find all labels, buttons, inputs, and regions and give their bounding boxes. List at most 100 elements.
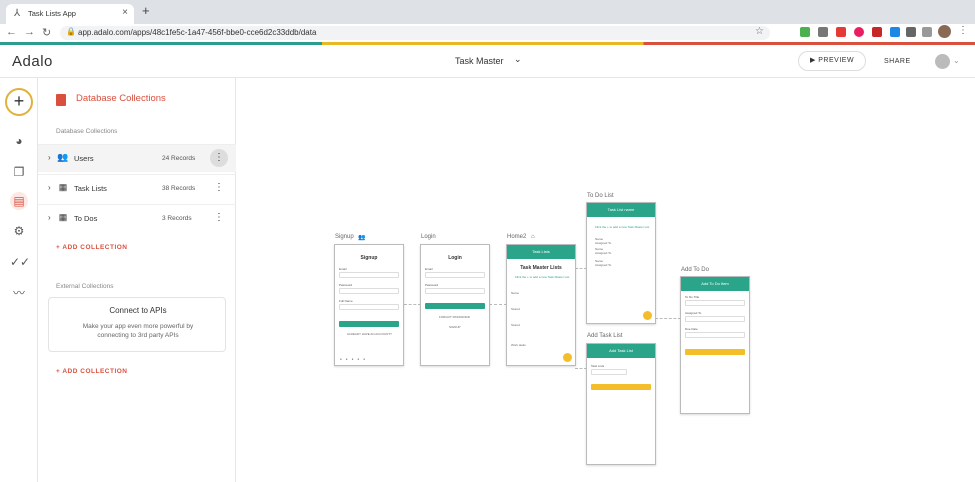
palette-icon[interactable]: ◕: [10, 132, 28, 150]
puzzle-extensions-icon[interactable]: [906, 27, 916, 37]
lock-icon: 🔒: [66, 27, 76, 36]
browser-menu-icon[interactable]: ⋮: [958, 25, 968, 36]
app-bar-title: Add Task List: [609, 348, 633, 353]
date-field[interactable]: [685, 332, 745, 338]
add-button[interactable]: [685, 349, 745, 355]
reload-icon[interactable]: ↻: [42, 26, 51, 39]
screens-canvas[interactable]: Signup 👥 Signup Email Password Full Name…: [237, 78, 975, 482]
create-button[interactable]: [591, 384, 651, 390]
preview-button[interactable]: ▶ PREVIEW: [798, 51, 866, 71]
tab-title: Task Lists App: [28, 9, 76, 18]
screen-heading: Signup: [360, 255, 378, 261]
table-icon: ▦: [58, 182, 68, 192]
add-fab-button[interactable]: [563, 353, 572, 362]
analytics-icon[interactable]: 〰: [10, 284, 28, 302]
adalo-favicon-icon: ⅄: [14, 8, 21, 19]
bookmark-star-icon[interactable]: ☆: [755, 26, 764, 37]
screen-heading: Task Master Lists: [520, 265, 562, 271]
login-button[interactable]: [425, 303, 485, 309]
screen-add-task-list[interactable]: Add Task List Task Lists: [586, 343, 656, 465]
list-item[interactable]: Name Assigned To: [595, 247, 611, 255]
add-component-button[interactable]: +: [5, 88, 33, 116]
screen-label: Add To Do: [681, 267, 709, 273]
reading-list-icon[interactable]: [922, 27, 932, 37]
add-collection-button[interactable]: + ADD COLLECTION: [56, 244, 128, 251]
profile-avatar[interactable]: [938, 25, 951, 38]
add-collection-button[interactable]: + ADD COLLECTION: [56, 368, 128, 375]
panel-title: Database Collections: [76, 93, 166, 104]
database-panel: Database Collections Database Collection…: [38, 78, 236, 482]
gear-icon[interactable]: ⚙: [10, 222, 28, 240]
chevron-down-icon[interactable]: ⌄: [514, 54, 522, 65]
section-label: Database Collections: [56, 128, 118, 135]
input-field[interactable]: [339, 272, 399, 278]
screen-label: To Do List: [587, 193, 614, 199]
field-label: Due Date: [685, 327, 698, 331]
input-field[interactable]: [685, 316, 745, 322]
translate-extension-icon[interactable]: [890, 27, 900, 37]
camera-extension-icon[interactable]: [818, 27, 828, 37]
field-label: Task Lists: [591, 364, 605, 368]
extension-icon[interactable]: [854, 27, 864, 37]
api-card-title: Connect to APIs: [109, 306, 167, 315]
input-field[interactable]: [339, 304, 399, 310]
field-label: Password: [425, 283, 439, 287]
list-item[interactable]: Work tasks: [511, 343, 526, 347]
hint-text: Click the + to add a new Task Master Lis…: [594, 225, 650, 229]
more-options-icon[interactable]: ⋮: [210, 179, 228, 197]
screen-to-do-list[interactable]: Task List name Click the + to add a new …: [586, 202, 656, 324]
field-label: Assigned To: [685, 311, 702, 315]
extension-icon[interactable]: [872, 27, 882, 37]
collection-row-users[interactable]: › 👥 Users 24 Records ⋮: [38, 144, 236, 172]
collection-row-to-dos[interactable]: › ▦ To Dos 3 Records ⋮: [38, 204, 236, 232]
chevron-right-icon[interactable]: ›: [48, 213, 51, 222]
browser-tab[interactable]: ⅄ Task Lists App ×: [6, 4, 134, 24]
publish-check-icon[interactable]: ✓✓: [10, 253, 30, 271]
input-field[interactable]: [339, 288, 399, 294]
list-item[interactable]: Name Assigned To: [595, 237, 611, 245]
record-count: 3 Records: [162, 215, 192, 222]
more-options-icon[interactable]: ⋮: [210, 209, 228, 227]
screen-label: Home2: [507, 234, 527, 240]
chevron-right-icon[interactable]: ›: [48, 153, 51, 162]
input-field[interactable]: [591, 369, 627, 375]
extension-icon[interactable]: [836, 27, 846, 37]
screen-add-to-do[interactable]: Add To Do Item To Do Title Assigned To D…: [680, 276, 750, 414]
input-field[interactable]: [425, 272, 485, 278]
screens-icon[interactable]: ❐: [10, 163, 28, 181]
field-label: Password: [339, 283, 353, 287]
add-fab-button[interactable]: [643, 311, 652, 320]
extension-icon[interactable]: [800, 27, 810, 37]
screen-home[interactable]: Task Lists Task Master Lists Click the +…: [506, 244, 576, 366]
forgot-password-link[interactable]: FORGOT PASSWORD: [439, 315, 470, 319]
screen-signup[interactable]: Signup Email Password Full Name ALREADY …: [334, 244, 404, 366]
more-options-icon[interactable]: ⋮: [210, 149, 228, 167]
close-tab-icon[interactable]: ×: [122, 7, 128, 18]
account-avatar-icon[interactable]: [935, 54, 950, 69]
share-button[interactable]: SHARE: [884, 58, 911, 65]
field-label: Email: [425, 267, 433, 271]
login-link[interactable]: ALREADY HAVE AN ACCOUNT?: [347, 332, 392, 336]
field-label: Email: [339, 267, 347, 271]
back-icon[interactable]: ←: [6, 26, 17, 38]
app-name[interactable]: Task Master: [455, 56, 504, 66]
chevron-down-icon[interactable]: ⌄: [953, 56, 960, 65]
connect-apis-card[interactable]: Connect to APIs Make your app even more …: [48, 297, 226, 352]
input-field[interactable]: [425, 288, 485, 294]
input-field[interactable]: [685, 300, 745, 306]
new-tab-icon[interactable]: +: [142, 3, 150, 18]
forward-icon[interactable]: →: [24, 26, 35, 38]
collection-row-task-lists[interactable]: › ▦ Task Lists 38 Records ⋮: [38, 174, 236, 202]
signup-link[interactable]: SIGNUP: [449, 325, 461, 329]
link-connector: [489, 304, 507, 305]
list-item[interactable]: Name Assigned To: [595, 259, 611, 267]
chevron-right-icon[interactable]: ›: [48, 183, 51, 192]
left-toolbar: + ◕ ❐ ▤ ⚙ ✓✓ 〰: [0, 78, 38, 482]
database-icon[interactable]: ▤: [10, 192, 28, 210]
url-field[interactable]: 🔒 app.adalo.com/apps/48c1fe5c-1a47-456f-…: [60, 26, 770, 40]
list-item[interactable]: Stored: [511, 323, 520, 327]
collection-name: To Dos: [74, 214, 98, 223]
list-item[interactable]: Stored: [511, 307, 520, 311]
screen-login[interactable]: Login Email Password FORGOT PASSWORD SIG…: [420, 244, 490, 366]
signup-button[interactable]: [339, 321, 399, 327]
